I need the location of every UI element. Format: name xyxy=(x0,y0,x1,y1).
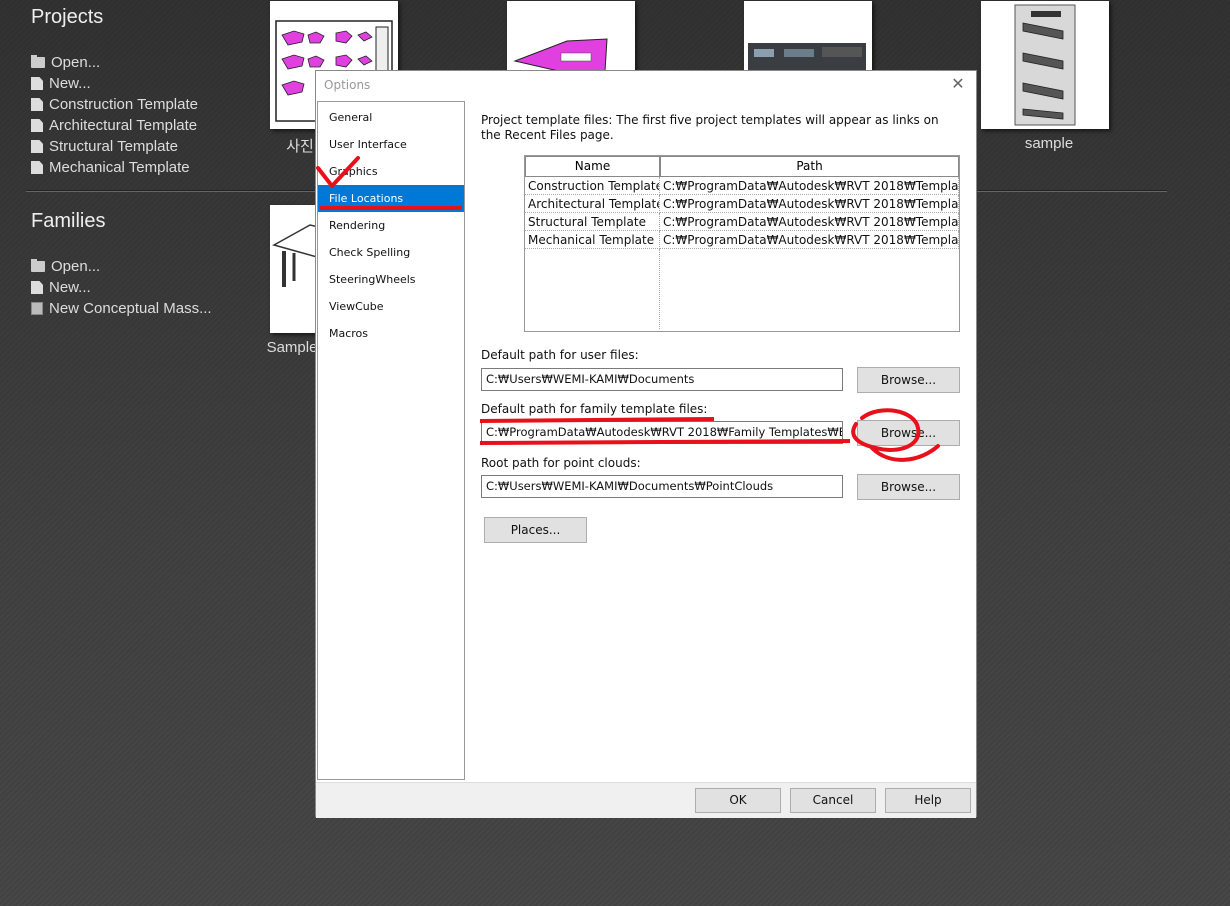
template-icon xyxy=(31,140,43,153)
template-icon xyxy=(31,98,43,111)
options-dialog: Options ✕ General User Interface Graphic… xyxy=(315,70,977,818)
new-file-icon xyxy=(31,77,43,90)
recent-project-label[interactable]: sample xyxy=(981,135,1117,152)
conceptual-mass-icon xyxy=(31,302,43,315)
table-row[interactable]: Mechanical Template C:₩ProgramData₩Autod… xyxy=(525,231,959,249)
nav-user-interface[interactable]: User Interface xyxy=(318,131,464,158)
table-empty-area[interactable] xyxy=(525,249,959,329)
folder-open-icon xyxy=(31,259,45,272)
browse-point-clouds-button[interactable]: Browse... xyxy=(857,474,960,500)
nav-rendering[interactable]: Rendering xyxy=(318,212,464,239)
architectural-template-link[interactable]: Architectural Template xyxy=(31,115,198,136)
family-new-link[interactable]: New... xyxy=(31,277,212,298)
nav-graphics[interactable]: Graphics xyxy=(318,158,464,185)
template-icon xyxy=(31,161,43,174)
table-row[interactable]: Structural Template C:₩ProgramData₩Autod… xyxy=(525,213,959,231)
point-clouds-path-input[interactable]: C:₩Users₩WEMI-KAMI₩Documents₩PointClouds xyxy=(481,475,843,498)
families-title: Families xyxy=(31,210,106,232)
project-templates-intro: Project template files: The first five p… xyxy=(481,113,939,142)
structural-template-link[interactable]: Structural Template xyxy=(31,136,198,157)
point-clouds-label: Root path for point clouds: xyxy=(481,456,641,470)
template-icon xyxy=(31,119,43,132)
table-row[interactable]: Architectural Template C:₩ProgramData₩Au… xyxy=(525,195,959,213)
projects-title: Projects xyxy=(31,6,104,28)
nav-check-spelling[interactable]: Check Spelling xyxy=(318,239,464,266)
stair-tower-preview xyxy=(1014,4,1076,126)
table-row[interactable]: Construction Template C:₩ProgramData₩Aut… xyxy=(525,177,959,195)
nav-steeringwheels[interactable]: SteeringWheels xyxy=(318,266,464,293)
options-nav: General User Interface Graphics File Loc… xyxy=(317,101,465,780)
mechanical-template-link[interactable]: Mechanical Template xyxy=(31,157,198,178)
user-files-path-input[interactable]: C:₩Users₩WEMI-KAMI₩Documents xyxy=(481,368,843,391)
project-open-link[interactable]: Open... xyxy=(31,52,198,73)
user-files-label: Default path for user files: xyxy=(481,348,639,362)
nav-viewcube[interactable]: ViewCube xyxy=(318,293,464,320)
project-templates-table: Name Path Construction Template C:₩Progr… xyxy=(524,155,960,332)
column-header-name[interactable]: Name xyxy=(525,156,660,177)
dialog-title: Options xyxy=(324,78,371,92)
dialog-button-bar: OK Cancel Help xyxy=(316,782,976,818)
help-button[interactable]: Help xyxy=(885,788,971,813)
new-file-icon xyxy=(31,281,43,294)
new-conceptual-mass-link[interactable]: New Conceptual Mass... xyxy=(31,298,212,319)
browse-user-files-button[interactable]: Browse... xyxy=(857,367,960,393)
browse-family-template-button[interactable]: Browse... xyxy=(857,420,960,446)
column-header-path[interactable]: Path xyxy=(660,156,959,177)
nav-macros[interactable]: Macros xyxy=(318,320,464,347)
family-links: Open... New... New Conceptual Mass... xyxy=(31,256,212,319)
ok-button[interactable]: OK xyxy=(695,788,781,813)
nav-general[interactable]: General xyxy=(318,104,464,131)
family-open-link[interactable]: Open... xyxy=(31,256,212,277)
folder-open-icon xyxy=(31,55,45,68)
places-button[interactable]: Places... xyxy=(484,517,587,543)
project-links: Open... New... Construction Template Arc… xyxy=(31,52,198,178)
family-template-path-input[interactable]: C:₩ProgramData₩Autodesk₩RVT 2018₩Family … xyxy=(481,421,843,444)
file-locations-panel: Project template files: The first five p… xyxy=(466,101,975,780)
recent-project-thumbnail[interactable] xyxy=(981,1,1109,129)
project-new-link[interactable]: New... xyxy=(31,73,198,94)
construction-template-link[interactable]: Construction Template xyxy=(31,94,198,115)
recent-family-label[interactable]: Sample xyxy=(262,339,322,356)
nav-file-locations[interactable]: File Locations xyxy=(318,185,464,212)
close-icon[interactable]: ✕ xyxy=(948,74,968,94)
cancel-button[interactable]: Cancel xyxy=(790,788,876,813)
family-template-label: Default path for family template files: xyxy=(481,402,708,416)
